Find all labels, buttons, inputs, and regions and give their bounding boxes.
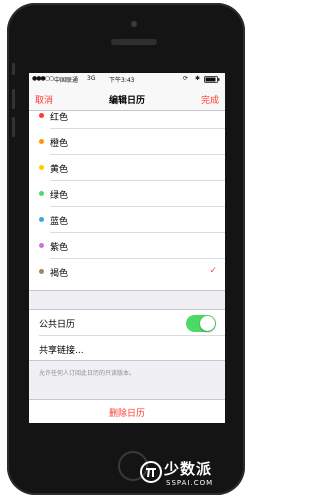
color-option-label: 褐色 xyxy=(50,269,69,279)
color-option-row[interactable]: 褐色 ✓ xyxy=(29,259,225,285)
color-option-label: 紫色 xyxy=(50,243,69,253)
color-dot-icon xyxy=(39,113,44,118)
color-dot-icon xyxy=(39,217,44,222)
carrier-label: 中国联通 xyxy=(54,77,79,84)
watermark-logo: 少数派 SSPAI.COM xyxy=(140,458,248,494)
public-calendar-toggle[interactable] xyxy=(186,315,216,332)
signal-icon: ●●●○○ xyxy=(32,75,54,82)
color-option-label: 蓝色 xyxy=(50,217,69,227)
divider xyxy=(29,290,225,291)
color-option-row[interactable]: 紫色 xyxy=(29,233,225,259)
bluetooth-icon: ✱ xyxy=(195,75,201,82)
color-option-label: 橙色 xyxy=(50,139,69,149)
color-dot-icon xyxy=(39,243,44,248)
color-list: 红色橙色黄色绿色蓝色紫色褐色 ✓ xyxy=(29,111,225,291)
battery-icon xyxy=(204,76,220,85)
color-option-row[interactable]: 绿色 xyxy=(29,181,225,207)
color-option-label: 红色 xyxy=(50,113,69,123)
delete-calendar-button[interactable]: 删除日历 xyxy=(29,406,225,419)
volume-up-button xyxy=(12,89,15,109)
color-option-label: 黄色 xyxy=(50,165,69,175)
divider xyxy=(39,335,225,336)
color-option-row[interactable]: 蓝色 xyxy=(29,207,225,233)
delete-calendar-cell[interactable]: 删除日历 xyxy=(29,399,225,423)
color-dot-icon xyxy=(39,165,44,170)
color-option-row[interactable]: 黄色 xyxy=(29,155,225,181)
earpiece-speaker xyxy=(111,39,157,45)
front-camera xyxy=(131,21,137,27)
sspai-logo-icon xyxy=(140,461,162,483)
public-calendar-group: 公共日历 共享链接... xyxy=(29,309,225,361)
status-bar: ●●●○○ 中国联通 3G 下午3:43 ⟳ ✱ xyxy=(29,73,225,85)
color-dot-icon xyxy=(39,191,44,196)
public-calendar-label: 公共日历 xyxy=(39,320,76,330)
mute-switch xyxy=(12,63,15,75)
screen: ●●●○○ 中国联通 3G 下午3:43 ⟳ ✱ 取消 编辑日历 完成 红色橙色… xyxy=(29,73,225,423)
public-calendar-footnote: 允许任何人订阅此日历的只读版本。 xyxy=(39,370,136,377)
color-option-row[interactable]: 红色 xyxy=(29,111,225,129)
toggle-knob xyxy=(200,316,215,331)
color-dot-icon xyxy=(39,139,44,144)
watermark-subtext: SSPAI.COM xyxy=(166,479,214,487)
share-link-button[interactable]: 共享链接... xyxy=(39,343,84,356)
checkmark-icon: ✓ xyxy=(209,266,217,276)
color-dot-icon xyxy=(39,269,44,274)
status-time: 下午3:43 xyxy=(109,77,135,84)
color-option-row[interactable]: 橙色 xyxy=(29,129,225,155)
lock-rotation-icon: ⟳ xyxy=(183,75,189,82)
page-title: 编辑日历 xyxy=(108,96,145,106)
network-label: 3G xyxy=(87,75,96,82)
navigation-bar: 取消 编辑日历 完成 xyxy=(29,85,225,111)
color-option-label: 绿色 xyxy=(50,191,69,201)
done-button[interactable]: 完成 xyxy=(201,93,219,106)
watermark-text: 少数派 xyxy=(164,460,213,478)
volume-down-button xyxy=(12,117,15,137)
